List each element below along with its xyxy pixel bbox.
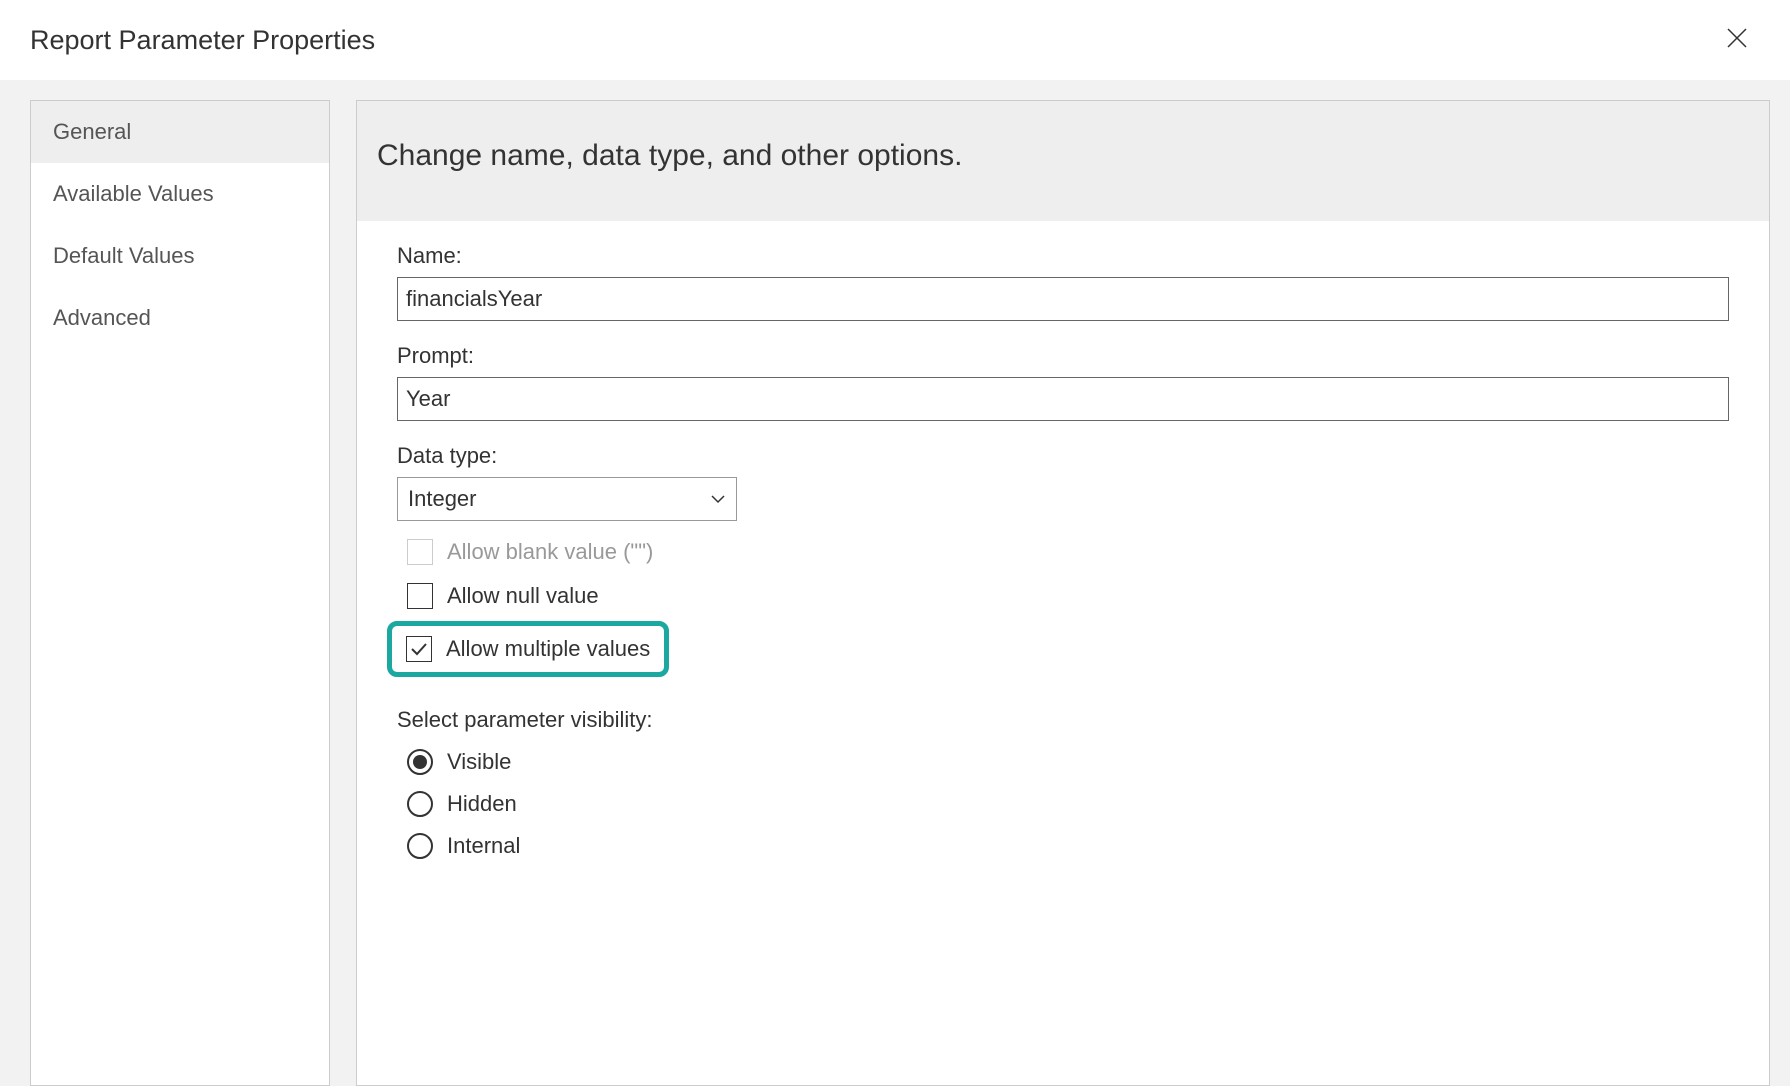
radio-circle-internal[interactable] <box>407 833 433 859</box>
checkbox-label-blank: Allow blank value ("") <box>447 539 653 565</box>
checkmark-icon <box>410 642 428 656</box>
radio-internal[interactable]: Internal <box>397 833 1729 859</box>
checkbox-box-multiple[interactable] <box>406 636 432 662</box>
radio-circle-hidden[interactable] <box>407 791 433 817</box>
sidebar-item-default-values[interactable]: Default Values <box>31 225 329 287</box>
checkbox-box-null[interactable] <box>407 583 433 609</box>
sidebar: General Available Values Default Values … <box>30 100 330 1086</box>
highlight-allow-multiple: Allow multiple values <box>387 621 669 677</box>
sidebar-item-label: Available Values <box>53 181 214 206</box>
prompt-label: Prompt: <box>397 343 1729 369</box>
name-label: Name: <box>397 243 1729 269</box>
prompt-input[interactable] <box>397 377 1729 421</box>
sidebar-item-available-values[interactable]: Available Values <box>31 163 329 225</box>
sidebar-item-general[interactable]: General <box>31 101 329 163</box>
panel-content: Name: Prompt: Data type: Integer Allow b… <box>357 221 1769 859</box>
dialog-header: Report Parameter Properties <box>0 0 1790 80</box>
close-icon <box>1726 27 1748 49</box>
datatype-label: Data type: <box>397 443 1729 469</box>
radio-label-hidden: Hidden <box>447 791 517 817</box>
checkbox-label-multiple: Allow multiple values <box>446 636 650 662</box>
radio-label-internal: Internal <box>447 833 520 859</box>
checkbox-allow-blank: Allow blank value ("") <box>397 539 1729 565</box>
radio-hidden[interactable]: Hidden <box>397 791 1729 817</box>
sidebar-item-label: Default Values <box>53 243 194 268</box>
radio-dot <box>413 755 427 769</box>
chevron-down-icon <box>710 494 726 504</box>
checkbox-box-blank <box>407 539 433 565</box>
sidebar-item-label: General <box>53 119 131 144</box>
radio-circle-visible[interactable] <box>407 749 433 775</box>
radio-visible[interactable]: Visible <box>397 749 1729 775</box>
datatype-select[interactable]: Integer <box>397 477 737 521</box>
panel-header: Change name, data type, and other option… <box>357 101 1769 221</box>
checkbox-label-null: Allow null value <box>447 583 599 609</box>
visibility-label: Select parameter visibility: <box>397 707 1729 733</box>
main-panel: Change name, data type, and other option… <box>356 100 1770 1086</box>
sidebar-item-label: Advanced <box>53 305 151 330</box>
datatype-value: Integer <box>408 486 477 512</box>
radio-label-visible: Visible <box>447 749 511 775</box>
sidebar-item-advanced[interactable]: Advanced <box>31 287 329 349</box>
checkbox-allow-null[interactable]: Allow null value <box>397 583 1729 609</box>
close-button[interactable] <box>1714 18 1760 62</box>
dialog-title: Report Parameter Properties <box>30 25 375 56</box>
name-input[interactable] <box>397 277 1729 321</box>
dialog-body: General Available Values Default Values … <box>0 80 1790 1086</box>
